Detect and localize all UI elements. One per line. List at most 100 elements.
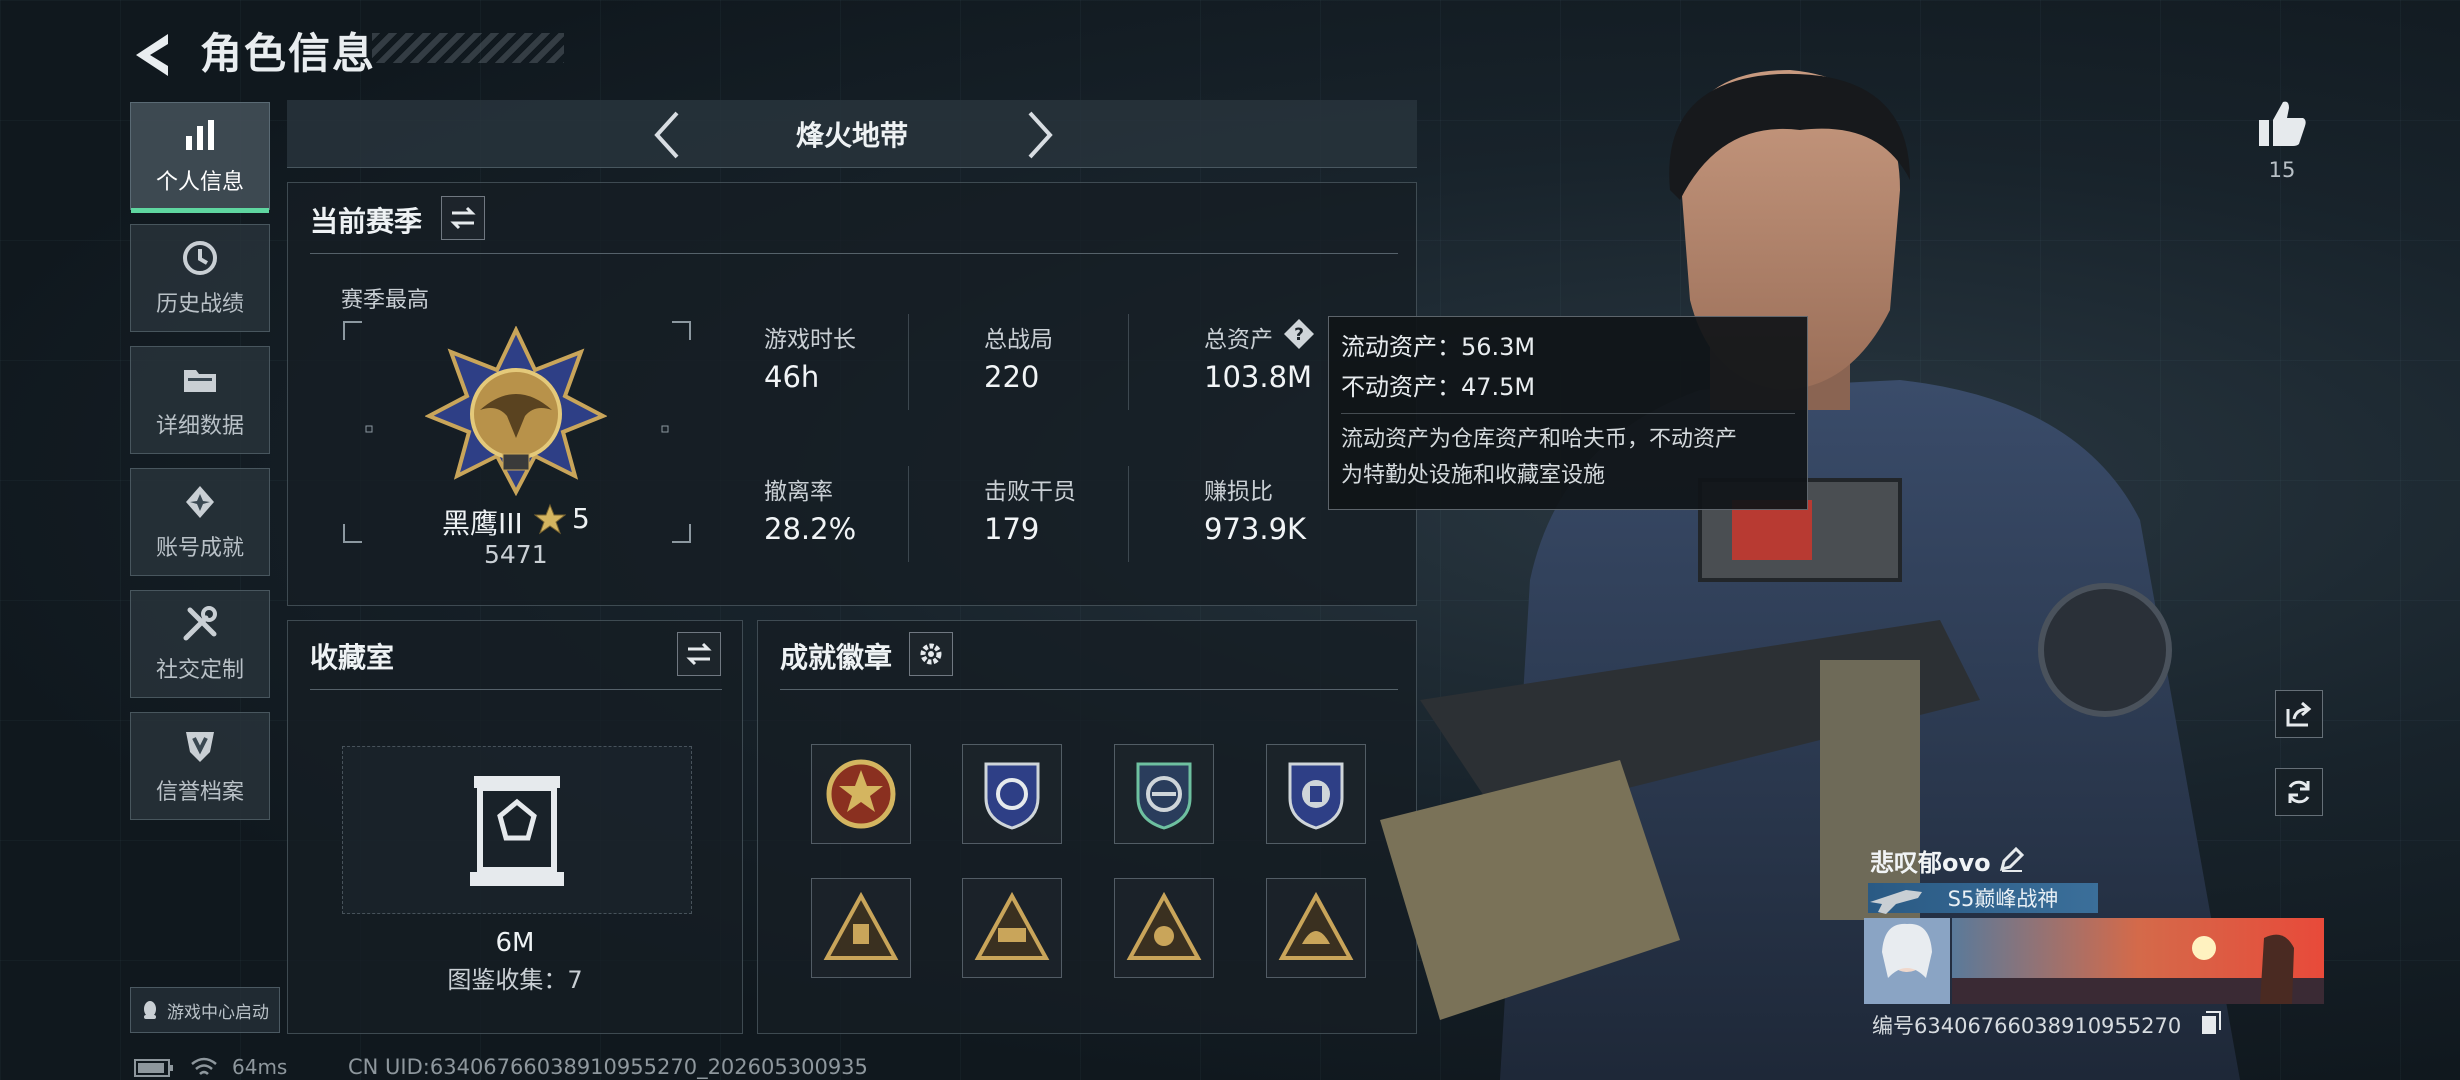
share-button[interactable] <box>2275 690 2323 738</box>
rank-score: 5471 <box>484 540 548 569</box>
badge-slot[interactable] <box>1266 878 1366 978</box>
back-arrow-icon[interactable] <box>128 28 182 82</box>
shield-badge-icon <box>984 762 1040 830</box>
profile-banner[interactable] <box>1864 918 2324 1004</box>
rank-name: 黑鹰III <box>442 507 523 540</box>
stat-label: 撤离率 <box>764 479 833 505</box>
sidebar-item-history[interactable]: 历史战绩 <box>130 224 270 332</box>
sidebar-item-personal-info[interactable]: 个人信息 <box>130 102 270 213</box>
display-case-icon <box>470 776 564 886</box>
svg-text:?: ? <box>1294 325 1304 345</box>
triangle-badge-icon <box>974 891 1050 960</box>
thumbs-up-icon[interactable] <box>2255 96 2309 150</box>
divider <box>310 689 722 690</box>
season-switch-button[interactable] <box>441 196 485 240</box>
shield-badge-icon <box>1136 762 1192 830</box>
badge-slot[interactable] <box>1266 744 1366 844</box>
star-icon <box>534 503 566 535</box>
footer-cn-uid: CN UID:6340676603891095527​0_20260530093… <box>348 1055 868 1079</box>
badge-slot[interactable] <box>1114 878 1214 978</box>
like-count: 15 <box>2268 158 2296 182</box>
chevron-right-icon[interactable] <box>1020 107 1060 163</box>
sidebar-item-detail-data[interactable]: 详细数据 <box>130 346 270 454</box>
stat-value: 220 <box>984 360 1040 394</box>
stat-label: 总战局 <box>984 327 1053 353</box>
sidebar-item-label: 社交定制 <box>155 658 244 683</box>
page-title: 角色信息 <box>200 29 377 78</box>
shield-badge-icon <box>186 732 214 762</box>
game-center-button[interactable]: 游戏中心启动 <box>130 987 280 1033</box>
badges-title: 成就徽章 <box>780 641 893 674</box>
player-uid: 编号6340676603891095527​0 <box>1872 1014 2182 1038</box>
season-title: 当前赛季 <box>310 205 423 238</box>
rank-title: S5巅峰战神 <box>1947 887 2059 911</box>
stat-label: 击败干员 <box>984 479 1076 505</box>
weapon-icon <box>1870 890 1922 914</box>
triangle-badge-icon <box>1126 891 1202 960</box>
history-icon <box>183 241 217 275</box>
sidebar-item-label: 详细数据 <box>155 414 244 439</box>
triangle-badge-icon <box>1278 891 1354 960</box>
sidebar-item-label: 信誉档案 <box>155 780 244 805</box>
rank-stars: 5 <box>572 502 590 535</box>
divider <box>310 253 1398 254</box>
stat-label: 总资产 <box>1204 327 1273 353</box>
star-medal-icon <box>826 759 896 829</box>
divider <box>1128 466 1129 562</box>
battery-icon <box>134 1059 173 1077</box>
sidebar-item-achievements[interactable]: 账号成就 <box>130 468 270 576</box>
ping-value: 64ms <box>232 1055 288 1079</box>
badge-slot[interactable] <box>962 878 1062 978</box>
tooltip-fixed-assets: 不动资产：47.5M <box>1341 373 1536 401</box>
folder-icon <box>184 370 216 392</box>
stat-value: 28.2% <box>764 512 857 546</box>
divider <box>1128 314 1129 410</box>
collection-count: 图鉴收集：7 <box>447 966 583 994</box>
badges-settings-button[interactable] <box>909 632 953 676</box>
divider <box>908 466 909 562</box>
swap-icon <box>686 642 712 666</box>
collection-value: 6M <box>495 928 535 958</box>
copy-icon[interactable] <box>2200 1010 2222 1036</box>
triangle-badge-icon <box>823 891 899 960</box>
edit-icon[interactable] <box>1998 845 2026 873</box>
sidebar-item-credit[interactable]: 信誉档案 <box>130 712 270 820</box>
sidebar-item-label: 账号成就 <box>155 536 244 561</box>
help-icon[interactable]: ? <box>1283 318 1315 350</box>
stat-value: 103.8M <box>1204 360 1313 394</box>
divider <box>780 689 1398 690</box>
collection-title: 收藏室 <box>310 641 395 674</box>
title-decoration <box>372 33 564 63</box>
badge-slot[interactable] <box>811 878 911 978</box>
stat-label: 赚损比 <box>1204 479 1273 505</box>
stat-value: 973.9K <box>1204 512 1307 546</box>
refresh-button[interactable] <box>2275 768 2323 816</box>
tooltip-description: 为特勤处设施和收藏室设施 <box>1341 463 1606 488</box>
share-icon <box>2286 701 2312 727</box>
bar-chart-icon <box>186 120 214 150</box>
mode-name: 烽火地带 <box>795 119 908 152</box>
divider <box>908 314 909 410</box>
season-best-label: 赛季最高 <box>341 288 430 313</box>
gear-icon <box>920 643 942 665</box>
shield-badge-icon <box>1288 762 1344 830</box>
player-name: 悲叹郁ovo <box>1870 849 1991 877</box>
wifi-icon <box>191 1057 217 1075</box>
badge-slot[interactable] <box>1114 744 1214 844</box>
badge-slot[interactable] <box>811 744 911 844</box>
divider <box>1341 413 1795 414</box>
tooltip-description: 流动资产为仓库资产和哈夫币，不动资产 <box>1341 427 1738 452</box>
sidebar-item-social[interactable]: 社交定制 <box>130 590 270 698</box>
rank-emblem-icon <box>425 326 607 496</box>
sidebar-item-label: 个人信息 <box>155 170 244 195</box>
swap-icon <box>450 206 476 230</box>
qq-icon <box>144 1001 156 1019</box>
badge-slot[interactable] <box>962 744 1062 844</box>
collection-switch-button[interactable] <box>677 632 721 676</box>
achievement-icon <box>186 486 214 518</box>
stat-value: 179 <box>984 512 1040 546</box>
game-center-label: 游戏中心启动 <box>167 1002 269 1023</box>
stat-label: 游戏时长 <box>764 327 856 353</box>
stat-value: 46h <box>764 360 820 394</box>
tooltip-liquid-assets: 流动资产：56.3M <box>1341 333 1536 361</box>
